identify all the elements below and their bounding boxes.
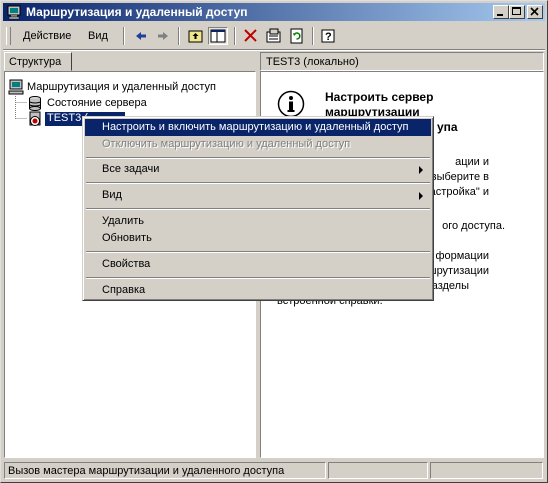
status-cell-3 xyxy=(430,462,543,479)
menu-item-label: Настроить и включить маршрутизацию и уда… xyxy=(102,121,409,133)
menu-separator xyxy=(86,208,430,210)
menu-item-help[interactable]: Справка xyxy=(85,282,431,299)
info-icon xyxy=(277,90,305,118)
menu-item-label: Удалить xyxy=(102,215,144,227)
minimize-icon xyxy=(497,14,503,16)
result-pane-title: TEST3 (локально) xyxy=(266,56,359,68)
toolbar-separator xyxy=(178,27,180,45)
menu-item-label: Свойства xyxy=(102,258,151,270)
menu-separator xyxy=(86,251,430,253)
properties-icon xyxy=(266,28,281,43)
delete-icon xyxy=(244,29,257,42)
forward-icon xyxy=(158,32,168,40)
close-icon xyxy=(530,7,539,16)
back-icon xyxy=(136,32,146,40)
tree-label-root: Маршрутизация и удаленный доступ xyxy=(27,81,216,93)
menu-item-all-tasks[interactable]: Все задачи xyxy=(85,161,431,178)
menu-item-label: Справка xyxy=(102,284,146,296)
tree-label-server-status: Состояние сервера xyxy=(47,97,147,109)
close-button[interactable] xyxy=(527,5,543,19)
menu-item-properties[interactable]: Свойства xyxy=(85,256,431,273)
status-text-cell: Вызов мастера маршрутизации и удаленного… xyxy=(4,462,326,479)
toolbar-grip[interactable] xyxy=(6,27,11,45)
menu-separator xyxy=(86,157,430,159)
menu-item-label: Вид xyxy=(102,189,122,201)
up-level-icon xyxy=(188,30,203,43)
title-line: упа xyxy=(437,120,458,134)
context-menu: Настроить и включить маршрутизацию и уда… xyxy=(82,116,434,301)
toolbar-separator xyxy=(123,27,125,45)
maximize-button[interactable] xyxy=(509,5,525,19)
delete-button[interactable] xyxy=(241,27,261,45)
show-hide-tree-icon xyxy=(210,29,226,43)
toolbar-divider xyxy=(3,49,545,51)
app-icon xyxy=(7,5,21,20)
minimize-button[interactable] xyxy=(493,5,509,19)
menu-item-configure-enable[interactable]: Настроить и включить маршрутизацию и уда… xyxy=(85,119,431,136)
result-pane-header: TEST3 (локально) xyxy=(260,52,544,71)
tab-structure[interactable]: Структура xyxy=(4,52,72,71)
server-status-icon xyxy=(29,96,41,111)
menu-item-label: Обновить xyxy=(102,232,152,244)
menu-item-disable: Отключить маршрутизацию и удаленный дост… xyxy=(85,136,431,153)
back-button[interactable] xyxy=(131,27,151,45)
menu-view[interactable]: Вид xyxy=(88,30,108,42)
status-bar: Вызов мастера маршрутизации и удаленного… xyxy=(3,461,545,480)
menu-item-view[interactable]: Вид xyxy=(85,187,431,204)
server-stopped-icon xyxy=(29,111,41,126)
status-text: Вызов мастера маршрутизации и удаленного… xyxy=(8,465,285,477)
menu-separator xyxy=(86,182,430,184)
status-cell-2 xyxy=(328,462,428,479)
help-icon: ? xyxy=(321,29,335,43)
computer-icon xyxy=(8,79,24,95)
menu-separator xyxy=(86,277,430,279)
help-button[interactable]: ? xyxy=(319,27,339,45)
menu-item-label: Все задачи xyxy=(102,163,160,175)
toolbar-separator xyxy=(312,27,314,45)
title-line: Настроить сервер xyxy=(325,90,434,104)
submenu-arrow-icon xyxy=(419,192,423,200)
menu-item-label: Отключить маршрутизацию и удаленный дост… xyxy=(102,138,351,150)
menu-item-delete[interactable]: Удалить xyxy=(85,213,431,230)
toolbar: Действие Вид ? xyxy=(3,23,545,49)
maximize-icon xyxy=(512,7,521,15)
submenu-arrow-icon xyxy=(419,166,423,174)
properties-button[interactable] xyxy=(264,27,284,45)
refresh-button[interactable] xyxy=(287,27,307,45)
menu-action[interactable]: Действие xyxy=(23,30,71,42)
menu-item-refresh[interactable]: Обновить xyxy=(85,230,431,247)
up-level-button[interactable] xyxy=(186,27,206,45)
forward-button[interactable] xyxy=(153,27,173,45)
refresh-icon xyxy=(290,28,303,44)
show-hide-tree-button[interactable] xyxy=(208,27,228,45)
toolbar-separator xyxy=(234,27,236,45)
svg-text:?: ? xyxy=(325,31,332,43)
window-title: Маршрутизация и удаленный доступ xyxy=(26,5,248,19)
title-bar[interactable]: Маршрутизация и удаленный доступ xyxy=(3,3,545,21)
